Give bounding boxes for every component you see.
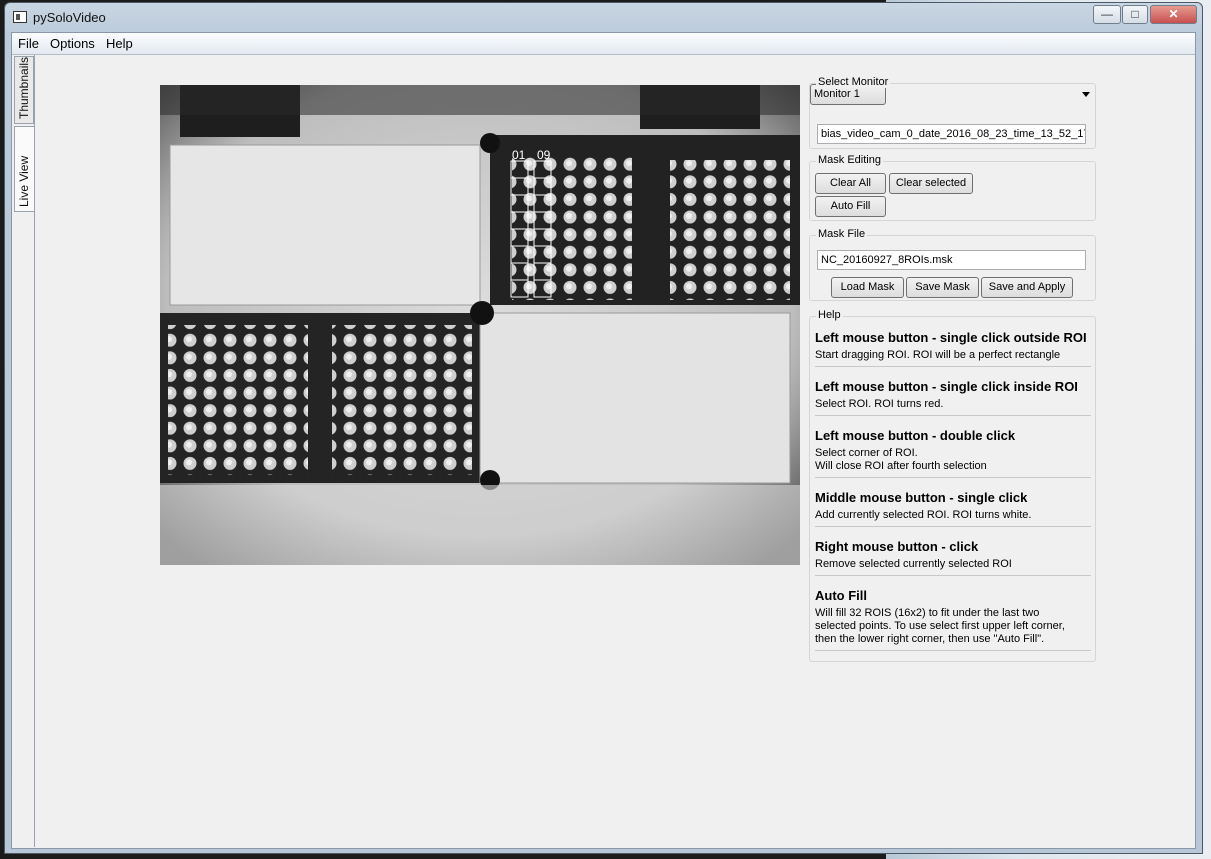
help-body: Add currently selected ROI. ROI turns wh… [815,509,1032,521]
camera-live-view[interactable]: 01 09 [160,85,800,565]
save-mask-button[interactable]: Save Mask [906,277,979,298]
monitor-dropdown-value: Monitor 1 [814,88,860,100]
menu-file[interactable]: File [18,36,39,51]
help-entry: Left mouse button - single click outside… [815,330,1091,367]
help-body: Will fill 32 ROIS (16x2) to fit under th… [815,607,1065,645]
tab-live-view-label: Live View [17,155,31,207]
help-group: Help Left mouse button - single click ou… [809,309,1096,662]
help-entry: Auto Fill Will fill 32 ROIS (16x2) to fi… [815,588,1091,651]
help-entry: Middle mouse button - single click Add c… [815,490,1091,527]
help-body: Remove selected currently selected ROI [815,558,1012,570]
menu-help[interactable]: Help [106,36,133,51]
window-title: pySoloVideo [33,10,106,25]
mask-file-field[interactable]: NC_20160927_8ROIs.msk [817,250,1086,270]
mask-file-group: Mask File NC_20160927_8ROIs.msk Load Mas… [809,228,1096,301]
tab-live-view[interactable]: Live View [14,126,34,212]
close-icon: ✕ [1168,7,1179,21]
select-monitor-title: Select Monitor [816,76,891,88]
mask-editing-title: Mask Editing [816,154,883,166]
app-icon [13,11,27,23]
pane-divider [34,55,35,847]
roi-label-01: 01 [512,148,526,162]
help-heading: Left mouse button - single click inside … [815,379,1078,394]
client-area: File Options Help Thumbnails Live View 0… [11,32,1196,849]
title-bar: pySoloVideo — □ ✕ [5,3,1202,33]
menu-options[interactable]: Options [50,36,95,51]
camera-frame: 01 09 [160,85,800,565]
monitor-source-field[interactable]: bias_video_cam_0_date_2016_08_23_time_13… [817,124,1086,144]
side-tab-bar: Thumbnails Live View [14,56,36,846]
auto-fill-button[interactable]: Auto Fill [815,196,886,217]
help-body: Select corner of ROI. Will close ROI aft… [815,447,987,472]
tab-thumbnails-label: Thumbnails [17,56,31,119]
select-monitor-group: Select Monitor Monitor 1 bias_video_cam_… [809,76,1096,149]
help-body: Start dragging ROI. ROI will be a perfec… [815,349,1061,361]
maximize-button[interactable]: □ [1122,5,1148,24]
chevron-down-icon [1082,92,1090,97]
mask-editing-group: Mask Editing Clear All Clear selected Au… [809,154,1096,221]
close-button[interactable]: ✕ [1150,5,1197,24]
load-mask-button[interactable]: Load Mask [831,277,904,298]
help-heading: Left mouse button - double click [815,428,1016,443]
help-entry: Left mouse button - single click inside … [815,379,1091,416]
help-heading: Auto Fill [815,588,867,603]
clear-selected-button[interactable]: Clear selected [889,173,973,194]
help-title: Help [816,309,843,321]
mask-file-title: Mask File [816,228,868,240]
help-heading: Left mouse button - single click outside… [815,330,1087,345]
minimize-icon: — [1101,7,1113,21]
save-and-apply-button[interactable]: Save and Apply [981,277,1073,298]
help-heading: Right mouse button - click [815,539,979,554]
tab-thumbnails[interactable]: Thumbnails [14,56,34,124]
maximize-icon: □ [1131,7,1139,21]
app-window: pySoloVideo — □ ✕ File Options Help Thum… [4,2,1203,854]
help-heading: Middle mouse button - single click [815,490,1028,505]
minimize-button[interactable]: — [1093,5,1121,24]
help-entry: Left mouse button - double click Select … [815,428,1091,478]
menu-bar: File Options Help [12,33,1195,55]
help-body: Select ROI. ROI turns red. [815,398,944,410]
clear-all-button[interactable]: Clear All [815,173,886,194]
roi-label-09: 09 [537,148,551,162]
help-entry: Right mouse button - click Remove select… [815,539,1091,576]
